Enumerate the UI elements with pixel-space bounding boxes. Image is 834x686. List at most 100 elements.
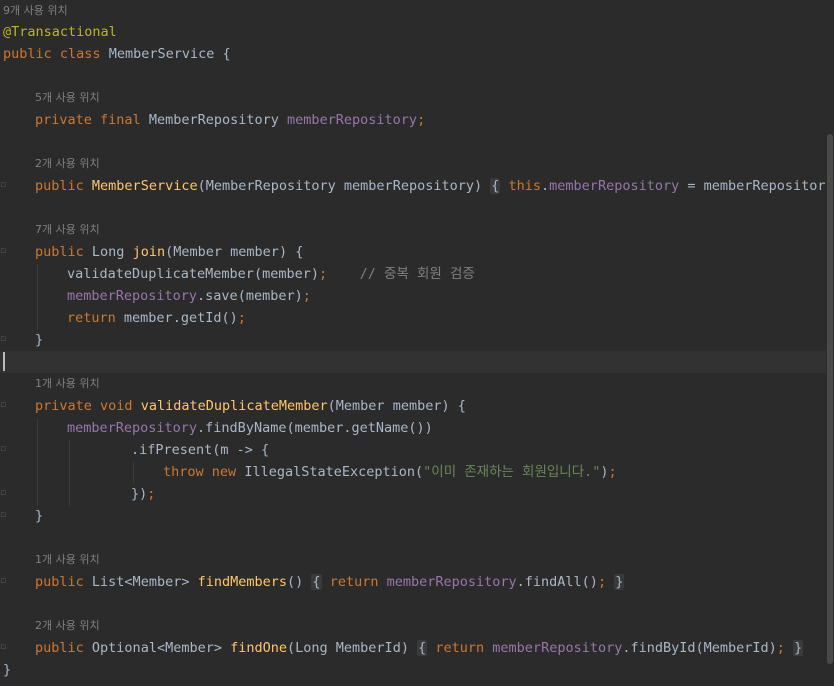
text-caret bbox=[3, 352, 5, 371]
code-line: public Optional<Member> findOne(Long Mem… bbox=[35, 640, 804, 656]
code-line: }); bbox=[131, 486, 156, 502]
indent-guide bbox=[69, 440, 70, 506]
fold-marker-icon[interactable]: ▫ bbox=[0, 642, 8, 652]
folded-block[interactable]: } bbox=[614, 574, 625, 590]
method-call: .findByName(member.getName()) bbox=[197, 420, 433, 436]
method-call: .findById(MemberId) bbox=[622, 640, 777, 656]
scrollbar-thumb[interactable] bbox=[827, 134, 833, 664]
folded-block[interactable]: { bbox=[417, 640, 428, 656]
usage-hint[interactable]: 2개 사용 위치 bbox=[35, 617, 100, 635]
keyword: final bbox=[100, 112, 141, 128]
code-line: } bbox=[3, 662, 12, 678]
code-line: private final MemberRepository memberRep… bbox=[35, 112, 426, 128]
field-name: memberRepository bbox=[287, 112, 418, 128]
folded-block[interactable]: { bbox=[311, 574, 322, 590]
usage-hint[interactable]: 7개 사용 위치 bbox=[35, 221, 100, 239]
param-name: Long MemberId bbox=[295, 640, 401, 656]
usage-hint[interactable]: 1개 사용 위치 bbox=[35, 375, 100, 393]
param-name: member bbox=[245, 288, 295, 304]
method-call: .ifPresent(m -> { bbox=[131, 442, 270, 458]
method-call: .save bbox=[197, 288, 238, 304]
param-name: member bbox=[262, 266, 311, 282]
code-line: } bbox=[35, 508, 44, 524]
keyword: public bbox=[3, 46, 52, 62]
type-name: Member bbox=[173, 244, 223, 260]
class-name: MemberService bbox=[108, 46, 215, 62]
keyword: return bbox=[329, 574, 379, 590]
type-name: Member bbox=[335, 398, 385, 414]
indent-guide bbox=[133, 462, 134, 484]
param-name: memberRepository bbox=[703, 178, 834, 194]
keyword: private bbox=[35, 398, 92, 414]
code-line: private void validateDuplicateMember(Mem… bbox=[35, 398, 466, 414]
type-name: MemberRepository bbox=[205, 178, 336, 194]
field-name: memberRepository bbox=[386, 574, 517, 590]
code-line: public Long join(Member member) { bbox=[35, 244, 304, 260]
keyword: public bbox=[35, 640, 84, 656]
fold-marker-icon[interactable]: ▫ bbox=[0, 246, 8, 256]
code-line: public class MemberService { bbox=[3, 46, 231, 62]
method-call: member.getId() bbox=[123, 310, 238, 326]
folded-block[interactable]: } bbox=[793, 640, 804, 656]
type-name: Long bbox=[91, 244, 125, 260]
method-name: validateDuplicateMember bbox=[140, 398, 328, 414]
keyword: public bbox=[35, 244, 84, 260]
fold-marker-icon[interactable]: ▫ bbox=[0, 180, 8, 190]
fold-marker-icon[interactable]: ▫ bbox=[0, 444, 8, 454]
field-name: memberRepository bbox=[549, 178, 680, 194]
indent-guide bbox=[37, 418, 38, 506]
annotation: @Transactional bbox=[3, 24, 117, 40]
code-line: memberRepository.save(member); bbox=[67, 288, 311, 304]
field-name: memberRepository bbox=[492, 640, 623, 656]
keyword: class bbox=[59, 46, 101, 62]
method-call: validateDuplicateMember bbox=[67, 266, 254, 282]
keyword: return bbox=[67, 310, 116, 326]
code-comment: // 중복 회원 검증 bbox=[359, 266, 475, 282]
code-line: throw new IllegalStateException("이미 존재하는… bbox=[163, 464, 617, 480]
method-call: .findAll() bbox=[516, 574, 598, 590]
field-name: memberRepository bbox=[67, 288, 198, 304]
fold-marker-icon[interactable]: ▫ bbox=[0, 488, 8, 498]
keyword: public bbox=[35, 178, 84, 194]
keyword: this bbox=[508, 178, 542, 194]
method-name: findMembers bbox=[197, 574, 288, 590]
vertical-scrollbar[interactable] bbox=[826, 0, 834, 686]
code-line: return member.getId(); bbox=[67, 310, 246, 326]
code-line: memberRepository.findByName(member.getNa… bbox=[67, 417, 433, 439]
type-name: IllegalStateException bbox=[244, 464, 415, 480]
usage-hint[interactable]: 1개 사용 위치 bbox=[35, 551, 100, 569]
keyword: void bbox=[100, 398, 133, 414]
fold-marker-icon[interactable]: ▫ bbox=[0, 400, 8, 410]
code-line: public MemberService(MemberRepository me… bbox=[35, 178, 834, 194]
code-line: public List<Member> findMembers() { retu… bbox=[35, 574, 625, 590]
folded-block[interactable]: { bbox=[490, 178, 501, 194]
string-literal: "이미 존재하는 회원입니다." bbox=[423, 464, 601, 480]
indent-guide bbox=[37, 264, 38, 330]
usage-hint[interactable]: 2개 사용 위치 bbox=[35, 155, 100, 173]
code-line: validateDuplicateMember(member); // 중복 회… bbox=[67, 266, 475, 282]
keyword: private bbox=[35, 112, 92, 128]
keyword: return bbox=[435, 640, 485, 656]
method-name: findOne bbox=[230, 640, 288, 656]
method-name: join bbox=[132, 244, 166, 260]
code-editor[interactable]: ▫ ▫ ▫ ▫ ▫ ▫ ▫ ▫ ▫ 9개 사용 위치 @Transactiona… bbox=[0, 0, 834, 686]
code-line: .ifPresent(m -> { bbox=[131, 439, 269, 461]
keyword: new bbox=[211, 464, 237, 480]
code-line: } bbox=[35, 332, 44, 348]
constructor-name: MemberService bbox=[91, 178, 198, 194]
fold-marker-icon[interactable]: ▫ bbox=[0, 576, 8, 586]
fold-marker-icon[interactable]: ▫ bbox=[0, 334, 8, 344]
param-name: member bbox=[230, 244, 279, 260]
param-name: member bbox=[392, 398, 442, 414]
keyword: throw bbox=[163, 464, 204, 480]
type-name: Optional<Member> bbox=[91, 640, 222, 656]
current-line-highlight bbox=[0, 351, 826, 373]
keyword: public bbox=[35, 574, 84, 590]
type-name: List<Member> bbox=[91, 574, 190, 590]
code-line: @Transactional bbox=[3, 21, 117, 43]
field-name: memberRepository bbox=[67, 420, 198, 436]
usage-hint[interactable]: 9개 사용 위치 bbox=[3, 2, 68, 20]
usage-hint[interactable]: 5개 사용 위치 bbox=[35, 89, 100, 107]
type-name: MemberRepository bbox=[148, 112, 279, 128]
fold-marker-icon[interactable]: ▫ bbox=[0, 510, 8, 520]
